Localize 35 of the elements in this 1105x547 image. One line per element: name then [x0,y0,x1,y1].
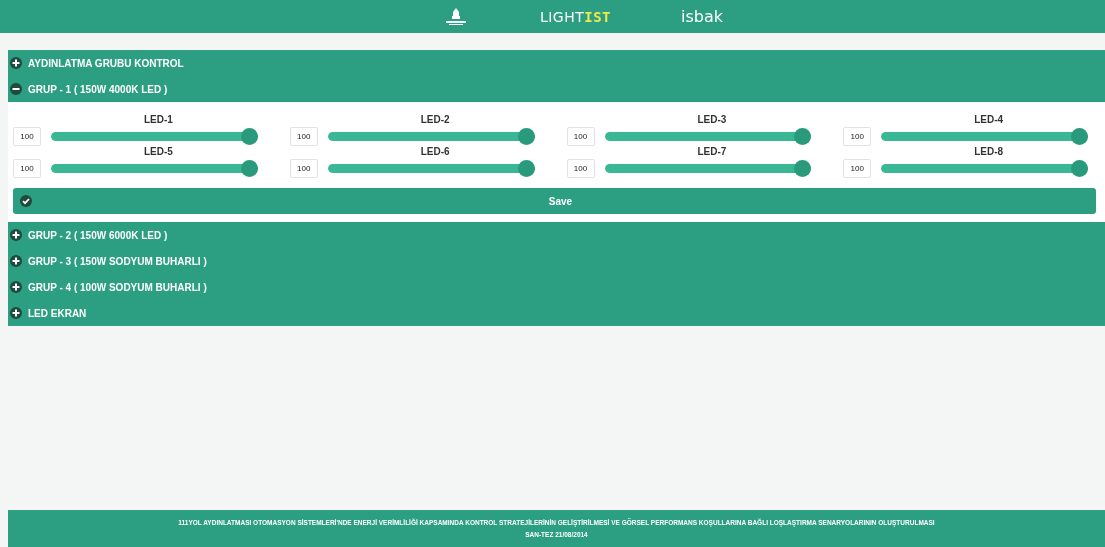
slider[interactable] [51,128,258,145]
value-field[interactable]: 100 [289,127,318,146]
lightist-logo: LIGHTIST [539,8,612,25]
slider-thumb[interactable] [1071,128,1088,145]
slider-thumb[interactable] [1071,160,1088,177]
led-label: LED-5 [142,146,174,159]
value-field[interactable]: 100 [566,159,595,178]
led-label: LED-3 [696,114,728,127]
slider-thumb[interactable] [240,160,258,177]
value-field[interactable]: 100 [13,159,41,178]
slider[interactable] [327,128,535,145]
value-field[interactable]: 100 [843,159,872,178]
led-label: LED-7 [696,146,728,159]
slider-thumb[interactable] [794,160,812,177]
slider[interactable] [51,160,258,177]
slider-thumb[interactable] [517,160,535,177]
slider[interactable] [881,160,1088,177]
slider[interactable] [327,160,535,177]
slider-thumb[interactable] [240,128,258,145]
isbak-logo: isbak [681,7,724,26]
led-label: LED-8 [973,146,1005,159]
slider-thumb[interactable] [517,128,535,145]
slider[interactable] [604,128,812,145]
value-field[interactable]: 100 [13,127,41,146]
led-label: LED-2 [419,114,451,127]
slider[interactable] [604,160,812,177]
slider-thumb[interactable] [794,128,812,145]
value-field[interactable]: 100 [289,159,318,178]
value-field[interactable]: 100 [566,127,595,146]
slider[interactable] [881,128,1088,145]
led-label: LED-1 [142,114,174,127]
led-label: LED-4 [973,114,1005,127]
led-label: LED-6 [419,146,451,159]
value-field[interactable]: 100 [843,127,872,146]
check-icon [20,195,32,207]
